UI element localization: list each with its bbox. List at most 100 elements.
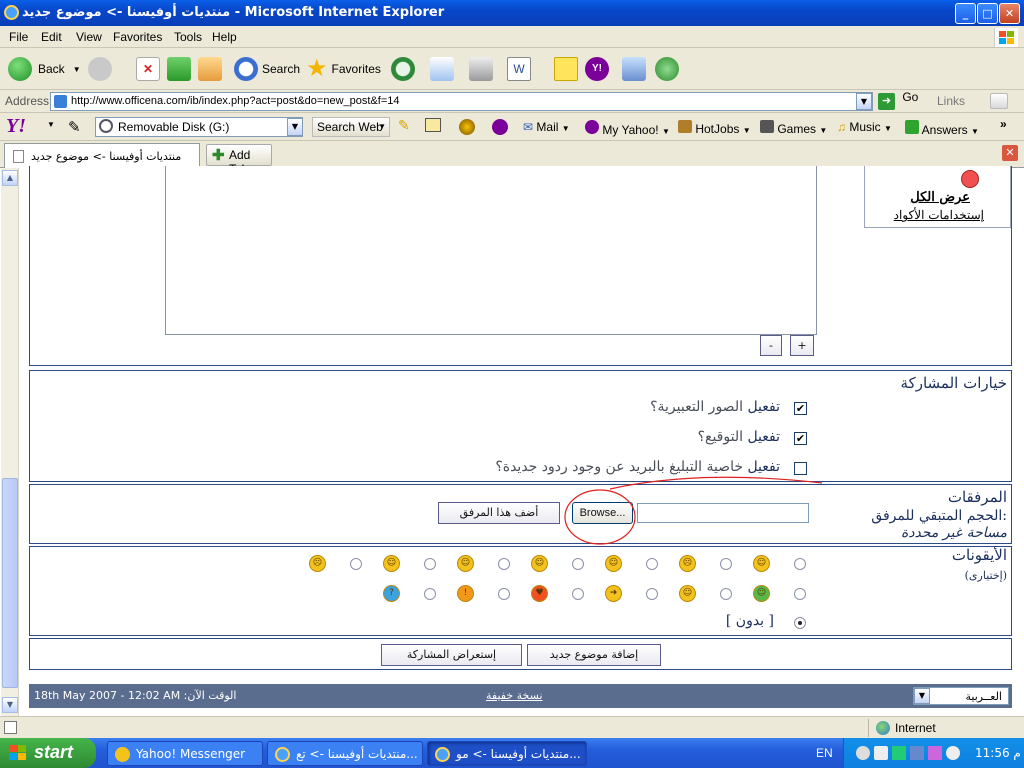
lite-version-link[interactable]: نسخة خفيفة — [486, 689, 543, 702]
smiley-icon[interactable] — [961, 170, 979, 188]
research-button[interactable] — [622, 54, 646, 84]
post-icon-radio[interactable] — [794, 588, 806, 600]
refresh-button[interactable] — [167, 54, 191, 84]
minimize-button[interactable]: _ — [955, 3, 976, 24]
post-textarea[interactable] — [165, 166, 817, 335]
post-icon-radio[interactable] — [720, 588, 732, 600]
messenger-button[interactable] — [655, 54, 679, 84]
surprised-icon[interactable]: ☺ — [457, 555, 474, 572]
post-icon-radio[interactable] — [350, 558, 362, 570]
start-button[interactable]: start — [0, 738, 96, 768]
edit-button[interactable]: W — [507, 54, 531, 84]
hotjobs-button[interactable]: HotJobs ▼ — [678, 120, 751, 136]
add-tab-button[interactable]: ✚ Add Tab — [206, 144, 272, 176]
my-yahoo-button[interactable]: My Yahoo! ▼ — [585, 120, 670, 137]
input-language[interactable]: EN — [816, 746, 833, 760]
post-icon-radio[interactable] — [646, 558, 658, 570]
post-icon-radio[interactable] — [498, 588, 510, 600]
yahoo-mail-button[interactable]: ✉ Mail ▼ — [523, 120, 570, 134]
post-icon-radio[interactable] — [572, 588, 584, 600]
enable-emoticons-checkbox[interactable]: ✔ — [794, 402, 807, 415]
smile-icon[interactable]: ☺ — [753, 555, 770, 572]
menu-edit[interactable]: Edit — [41, 30, 62, 44]
cool-icon[interactable]: ☺ — [679, 585, 696, 602]
vertical-scrollbar[interactable]: ▲ ▼ — [1, 168, 19, 716]
shrink-editor-button[interactable]: - — [760, 335, 782, 356]
chevron-down-icon[interactable]: ▼ — [47, 120, 55, 129]
music-button[interactable]: ♫ Music ▼ — [837, 120, 892, 134]
maximize-button[interactable]: □ — [977, 3, 998, 24]
exclamation-icon[interactable]: ! — [457, 585, 474, 602]
frown-icon[interactable]: ☹ — [679, 555, 696, 572]
menu-favorites[interactable]: Favorites — [113, 30, 162, 44]
icon-none-radio[interactable] — [794, 617, 806, 629]
home-button[interactable] — [198, 54, 222, 84]
post-icon-radio[interactable] — [720, 558, 732, 570]
arrow-icon[interactable]: ➜ — [605, 585, 622, 602]
mail-button[interactable] — [430, 54, 454, 84]
task-ie-window-1[interactable]: منتديات أوفيسنا -> تع... — [267, 741, 423, 766]
scroll-up-icon[interactable]: ▲ — [2, 170, 18, 186]
links-label[interactable]: Links — [937, 94, 965, 108]
add-attachment-button[interactable]: أضف هذا المرفق — [438, 502, 560, 524]
enable-signature-checkbox[interactable]: ✔ — [794, 432, 807, 445]
language-select[interactable]: العــربية ▼ — [913, 687, 1009, 705]
scroll-down-icon[interactable]: ▼ — [2, 697, 18, 713]
volume-icon[interactable] — [946, 746, 960, 760]
yahoo-search-dropdown[interactable]: ▼ — [287, 118, 303, 136]
yahoo-logo[interactable]: Y! — [6, 115, 26, 138]
tray-icon[interactable] — [910, 746, 924, 760]
post-icon-radio[interactable] — [572, 558, 584, 570]
stop-button[interactable]: ✕ — [136, 54, 160, 84]
close-button[interactable]: ✕ — [999, 3, 1020, 24]
search-button[interactable]: Search — [234, 54, 300, 84]
notes-button[interactable] — [554, 54, 578, 84]
menu-file[interactable]: File — [9, 30, 28, 44]
antispy-icon[interactable] — [459, 119, 475, 135]
tray-icon[interactable] — [874, 746, 888, 760]
question-icon[interactable]: ? — [383, 585, 400, 602]
grin-icon[interactable]: ☺ — [605, 555, 622, 572]
highlight-icon[interactable]: ✎ — [398, 117, 410, 134]
tray-icon[interactable] — [892, 746, 906, 760]
post-icon-radio[interactable] — [794, 558, 806, 570]
tray-icon[interactable] — [856, 746, 870, 760]
heart-icon[interactable]: ♥ — [531, 585, 548, 602]
more-chevron-icon[interactable]: » — [1000, 117, 1007, 131]
address-dropdown-button[interactable]: ▼ — [856, 93, 872, 110]
laugh-icon[interactable]: ☺ — [383, 555, 400, 572]
show-all-link[interactable]: عرض الكل — [910, 190, 970, 205]
yahoo-search-input[interactable]: Removable Disk (G:) — [95, 117, 303, 137]
task-ie-window-2[interactable]: منتديات أوفيسنا -> مو... — [427, 741, 587, 766]
post-icon-radio[interactable] — [646, 588, 658, 600]
enlarge-editor-button[interactable]: + — [790, 335, 814, 356]
pencil-icon[interactable]: ✎ — [68, 118, 81, 136]
history-button[interactable] — [391, 54, 415, 84]
menu-tools[interactable]: Tools — [174, 30, 202, 44]
task-yahoo-messenger[interactable]: Yahoo! Messenger — [107, 741, 263, 766]
angry-icon[interactable]: ☹ — [309, 555, 326, 572]
scroll-thumb[interactable] — [2, 478, 18, 688]
back-button[interactable]: Back ▼ — [8, 54, 81, 84]
forward-button[interactable] — [88, 54, 112, 84]
submit-topic-button[interactable]: إضافة موضوع جديد — [527, 644, 661, 666]
close-tab-icon[interactable]: ✕ — [1002, 145, 1018, 161]
menu-view[interactable]: View — [76, 30, 102, 44]
games-button[interactable]: Games ▼ — [760, 120, 827, 136]
alien-icon[interactable]: ☺ — [753, 585, 770, 602]
post-icon-radio[interactable] — [498, 558, 510, 570]
code-usage-link[interactable]: إستخدامات الأكواد — [894, 208, 984, 222]
go-button[interactable]: ➜ Go — [878, 90, 918, 111]
wink-icon[interactable]: ☺ — [531, 555, 548, 572]
headphones-icon[interactable] — [492, 119, 508, 135]
tab-active[interactable]: منتديات أوفيسنا -> موضوع جديد — [4, 143, 200, 168]
answers-button[interactable]: Answers ▼ — [905, 120, 979, 137]
print-button[interactable] — [469, 54, 493, 84]
favorites-button[interactable]: ★ Favorites — [306, 54, 381, 84]
form-icon[interactable] — [425, 118, 441, 132]
address-input[interactable]: http://www.officena.com/ib/index.php?act… — [50, 92, 873, 111]
post-icon-radio[interactable] — [424, 588, 436, 600]
menu-help[interactable]: Help — [212, 30, 237, 44]
search-web-button[interactable]: Search Web ▼ — [312, 117, 390, 137]
post-icon-radio[interactable] — [424, 558, 436, 570]
